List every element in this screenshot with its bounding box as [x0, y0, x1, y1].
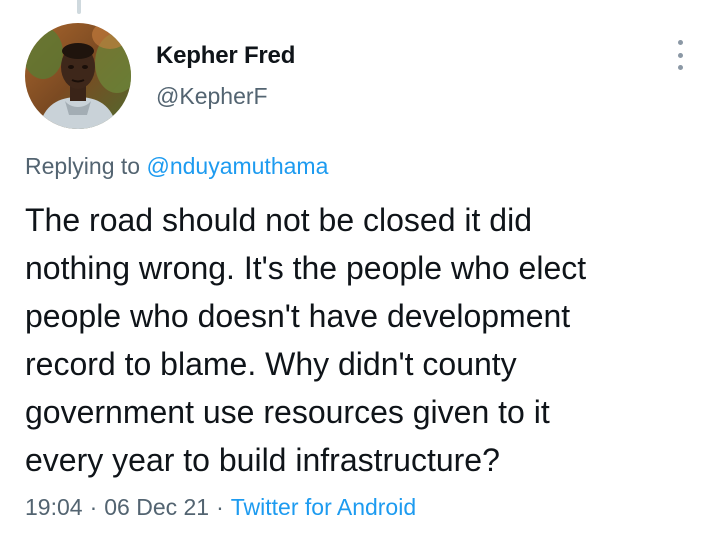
tweet-time[interactable]: 19:04 — [25, 494, 83, 520]
meta-separator: · — [216, 494, 224, 520]
tweet-text-line: every year to build infrastructure? — [25, 442, 500, 478]
more-dot — [677, 65, 683, 70]
tweet-text-line: government use resources given to it — [25, 394, 550, 430]
tweet-text-line: people who doesn't have development — [25, 298, 571, 334]
thread-connector-line — [77, 0, 81, 14]
more-dot — [677, 40, 683, 45]
tweet-date[interactable]: 06 Dec 21 — [104, 494, 209, 520]
tweet-text-line: The road should not be closed it did — [25, 202, 532, 238]
replying-to-label: Replying to — [25, 153, 147, 179]
meta-separator: · — [89, 494, 98, 520]
avatar[interactable] — [25, 23, 131, 129]
author-handle[interactable]: @KepherF — [156, 83, 268, 110]
more-vertical-icon[interactable] — [670, 40, 690, 70]
tweet-text: The road should not be closed it did not… — [25, 196, 705, 484]
tweet-text-line: nothing wrong. It's the people who elect — [25, 250, 587, 286]
more-dot — [677, 52, 683, 58]
replying-to-mention[interactable]: @nduyamuthama — [146, 153, 328, 179]
author-display-name[interactable]: Kepher Fred — [156, 42, 295, 70]
tweet-text-line: record to blame. Why didn't county — [25, 346, 517, 382]
replying-to-line: Replying to @nduyamuthama — [25, 153, 328, 180]
tweet-source-link[interactable]: Twitter for Android — [231, 494, 416, 520]
tweet-metadata: 19:04 · 06 Dec 21 · Twitter for Android — [25, 494, 416, 521]
